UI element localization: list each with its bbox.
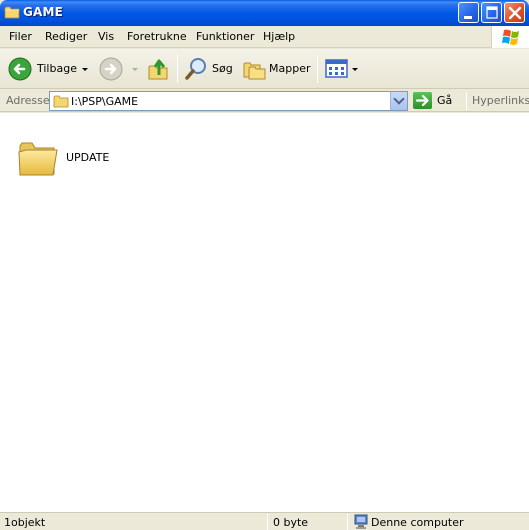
links-label[interactable]: Hyperlinks [472,94,529,107]
back-label: Tilbage [37,62,77,75]
forward-dropdown-arrow[interactable] [132,68,138,71]
search-button[interactable]: Søg [182,53,234,85]
maximize-button[interactable] [481,2,502,23]
menu-view[interactable]: Vis [98,30,114,43]
folders-label: Mapper [269,62,311,75]
minimize-icon [464,16,472,19]
maximize-icon [486,6,498,19]
address-path: I:\PSP\GAME [71,95,139,108]
search-label: Søg [212,62,233,75]
folders-icon [243,62,266,80]
status-size: 0 byte [273,516,309,529]
go-label[interactable]: Gå [437,94,452,107]
status-object-count: 1objekt [4,516,46,529]
toolbar-separator [177,55,178,83]
up-folder-icon [148,59,168,80]
search-icon [185,58,206,80]
menu-help[interactable]: Hjælp [263,30,295,43]
windows-flag-icon [502,29,519,45]
file-list[interactable]: UPDATE [0,113,529,512]
go-arrow-icon [415,94,429,107]
address-bar: Adresse I:\PSP\GAME Gå Hyperlinks [0,90,529,112]
up-folder-button[interactable] [146,55,172,83]
back-button[interactable]: Tilbage [4,53,92,85]
back-arrow-icon [8,57,32,81]
views-icon [325,59,348,78]
folder-icon [18,142,58,176]
folder-icon [4,6,20,19]
links-separator [466,92,467,110]
minimize-button[interactable] [458,2,479,23]
computer-icon [354,514,368,529]
list-item[interactable]: UPDATE [17,138,127,180]
views-button[interactable] [322,55,360,83]
address-input[interactable]: I:\PSP\GAME [49,91,408,111]
close-icon [508,6,522,20]
status-bar: 1objekt 0 byte Denne computer [0,512,529,530]
menu-edit[interactable]: Rediger [45,30,87,43]
status-separator [347,514,348,530]
toolbar-separator [317,55,318,83]
views-dropdown-arrow[interactable] [352,68,358,71]
explorer-window: GAME Filer Rediger Vis Foretrukne Funkti… [0,0,529,530]
file-name: UPDATE [66,151,110,164]
go-button[interactable] [413,92,432,109]
toolbar: Tilbage Søg Mapper [0,49,529,89]
windows-logo [491,26,529,48]
folders-button[interactable]: Mapper [240,53,312,85]
back-dropdown-arrow[interactable] [82,68,88,71]
address-label: Adresse [6,94,50,107]
close-button[interactable] [504,2,525,23]
title-bar[interactable]: GAME [0,0,529,26]
menu-file[interactable]: Filer [9,30,32,43]
menu-tools[interactable]: Funktioner [196,30,254,43]
address-dropdown-button[interactable] [390,92,407,110]
window-title: GAME [23,5,64,19]
status-location: Denne computer [371,516,464,529]
forward-button[interactable] [97,53,141,85]
forward-arrow-icon [99,57,123,81]
menu-favorites[interactable]: Foretrukne [127,30,187,43]
status-separator [267,514,268,530]
folder-icon [53,95,69,108]
menu-bar: Filer Rediger Vis Foretrukne Funktioner … [0,26,529,48]
